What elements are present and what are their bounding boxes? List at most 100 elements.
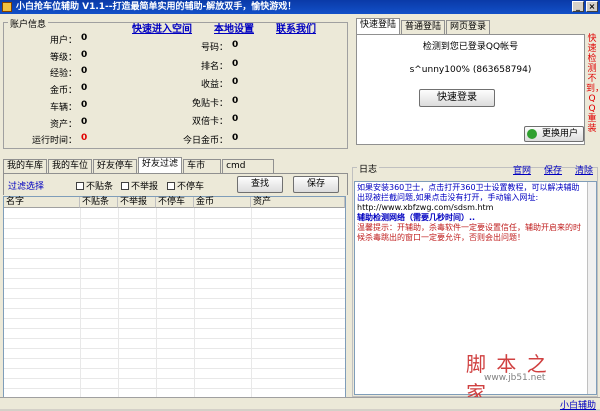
tab-quick-login[interactable]: 快速登陆 — [356, 18, 401, 34]
row-line — [4, 228, 345, 229]
left-value: 0 — [81, 99, 88, 110]
row-line — [4, 338, 345, 339]
row-line — [4, 238, 345, 239]
left-label: 运行时间： — [31, 136, 77, 147]
left-label: 经验： — [49, 69, 77, 80]
tab-car-market[interactable]: 车市 — [183, 159, 222, 173]
quick-login-button[interactable]: 快速登录 — [419, 89, 495, 107]
switch-user-button[interactable]: 更换用户 — [524, 126, 584, 142]
right-label: 免贴卡： — [191, 98, 228, 109]
left-label: 等级： — [49, 52, 77, 63]
app-icon — [2, 2, 12, 12]
tab-my-spots[interactable]: 我的车位 — [48, 159, 93, 173]
login-panel: 检测到您已登录QQ帐号 s^unny100% (863658794) 快速登录 … — [356, 34, 585, 145]
left-label: 金币： — [49, 86, 77, 97]
right-value: 0 — [232, 95, 239, 106]
log-title: 日志 — [357, 162, 380, 175]
login-tabs: 快速登陆 普通登陆 网页登录 — [356, 18, 491, 34]
right-label: 双倍卡： — [191, 117, 228, 127]
col-line — [194, 208, 195, 405]
col-coins[interactable]: 金币 — [194, 197, 251, 208]
contact-us-link[interactable]: 联系我们 — [276, 20, 316, 35]
filter-bar: 过滤选择 不贴条 不举报 不停车 查找 保存 — [3, 173, 348, 195]
no-report-checkbox[interactable]: 不举报 — [121, 179, 158, 192]
row-line — [4, 388, 345, 389]
local-settings-link[interactable]: 本地设置 — [214, 20, 254, 35]
log-line: 如果安装360卫士，点击打开360卫士设置教程，可以解决辅助出现被拦截问题,如果… — [357, 183, 580, 202]
col-line — [80, 208, 81, 405]
close-button[interactable]: × — [586, 1, 598, 12]
col-name[interactable]: 名字 — [4, 197, 80, 208]
right-value: 0 — [232, 58, 239, 69]
log-line: 辅助检测网络（需要几秒时间）.. — [357, 213, 476, 222]
row-line — [4, 218, 345, 219]
row-line — [4, 328, 345, 329]
tab-normal-login[interactable]: 普通登陆 — [401, 20, 446, 34]
right-label: 号码： — [200, 43, 228, 53]
status-text[interactable]: 小白辅助 — [560, 398, 596, 411]
row-line — [4, 298, 345, 299]
col-no-park[interactable]: 不停车 — [156, 197, 194, 208]
right-value: 0 — [232, 132, 239, 143]
row-line — [4, 268, 345, 269]
tab-web-login[interactable]: 网页登录 — [446, 20, 491, 34]
save-log-link[interactable]: 保存 — [544, 163, 562, 176]
col-no-report[interactable]: 不举报 — [118, 197, 156, 208]
right-label: 排名： — [200, 61, 228, 72]
tab-friend-parking[interactable]: 好友停车 — [93, 159, 138, 173]
log-line: 温馨提示：开辅助，杀毒软件一定要设置信任，辅助开启来的时候杀毒跳出的窗口一定要允… — [357, 223, 581, 242]
log-line: http://www.xbfzwg.com/sdsm.htm — [357, 203, 494, 212]
official-site-link[interactable]: 官网 — [513, 163, 531, 176]
account-info-title: 账户信息 — [8, 17, 49, 30]
row-line — [4, 378, 345, 379]
clear-log-link[interactable]: 清除 — [575, 163, 593, 176]
right-label: 收益： — [200, 80, 228, 90]
col-line — [118, 208, 119, 405]
col-line — [156, 208, 157, 405]
left-label: 用户： — [49, 36, 77, 46]
left-value: 0 — [81, 33, 88, 43]
no-ticket-checkbox[interactable]: 不贴条 — [76, 179, 113, 192]
right-label: 今日金币： — [182, 135, 228, 146]
row-line — [4, 368, 345, 369]
right-value: 0 — [232, 77, 239, 87]
app-window: 小白抢车位辅助 V1.1--打造最简单实用的辅助-解放双手，愉快游戏！ _ × … — [0, 0, 600, 411]
row-line — [4, 318, 345, 319]
search-button[interactable]: 查找 — [237, 176, 283, 193]
car-tabs: 我的车库 我的车位 好友停车 好友过滤 车市 cmd — [3, 157, 275, 173]
left-value: 0 — [81, 116, 88, 127]
tab-my-garage[interactable]: 我的车库 — [3, 159, 48, 173]
no-park-checkbox[interactable]: 不停车 — [167, 179, 204, 192]
log-lines: 如果安装360卫士，点击打开360卫士设置教程，可以解决辅助出现被拦截问题,如果… — [357, 183, 594, 243]
log-scrollbar[interactable] — [587, 182, 596, 394]
refresh-icon — [527, 129, 537, 139]
row-line — [4, 358, 345, 359]
save-button[interactable]: 保存 — [293, 176, 339, 193]
tab-cmd[interactable]: cmd — [222, 159, 275, 173]
left-label: 资产： — [49, 119, 77, 130]
title-bar: 小白抢车位辅助 V1.1--打造最简单实用的辅助-解放双手，愉快游戏！ _ × — [0, 0, 600, 14]
right-value: 0 — [232, 40, 239, 50]
friends-table[interactable]: 名字 不贴条 不举报 不停车 金币 资产 — [3, 196, 346, 406]
row-line — [4, 258, 345, 259]
switch-user-label: 更换用户 — [541, 129, 578, 139]
row-line — [4, 278, 345, 279]
minimize-button[interactable]: _ — [572, 1, 584, 12]
row-line — [4, 248, 345, 249]
login-account: s^unny100% (863658794) — [409, 65, 532, 75]
login-side-text: 快速检测不到，QQ重装 — [586, 34, 600, 134]
quick-enter-space-link[interactable]: 快速进入空间 — [132, 20, 192, 35]
window-title: 小白抢车位辅助 V1.1--打造最简单实用的辅助-解放双手，愉快游戏！ — [16, 2, 297, 12]
left-value: 0 — [81, 66, 88, 77]
left-value: 0 — [81, 83, 88, 94]
col-assets[interactable]: 资产 — [251, 197, 345, 208]
col-no-ticket[interactable]: 不贴条 — [80, 197, 118, 208]
status-bar: 小白辅助 — [0, 397, 600, 411]
col-line — [251, 208, 252, 405]
row-line — [4, 288, 345, 289]
row-line — [4, 348, 345, 349]
login-hint: 检测到您已登录QQ帐号 — [422, 42, 519, 52]
right-value: 0 — [232, 114, 239, 124]
watermark-url: www.jb51.net — [484, 373, 546, 383]
tab-friend-filter[interactable]: 好友过滤 — [138, 157, 183, 173]
